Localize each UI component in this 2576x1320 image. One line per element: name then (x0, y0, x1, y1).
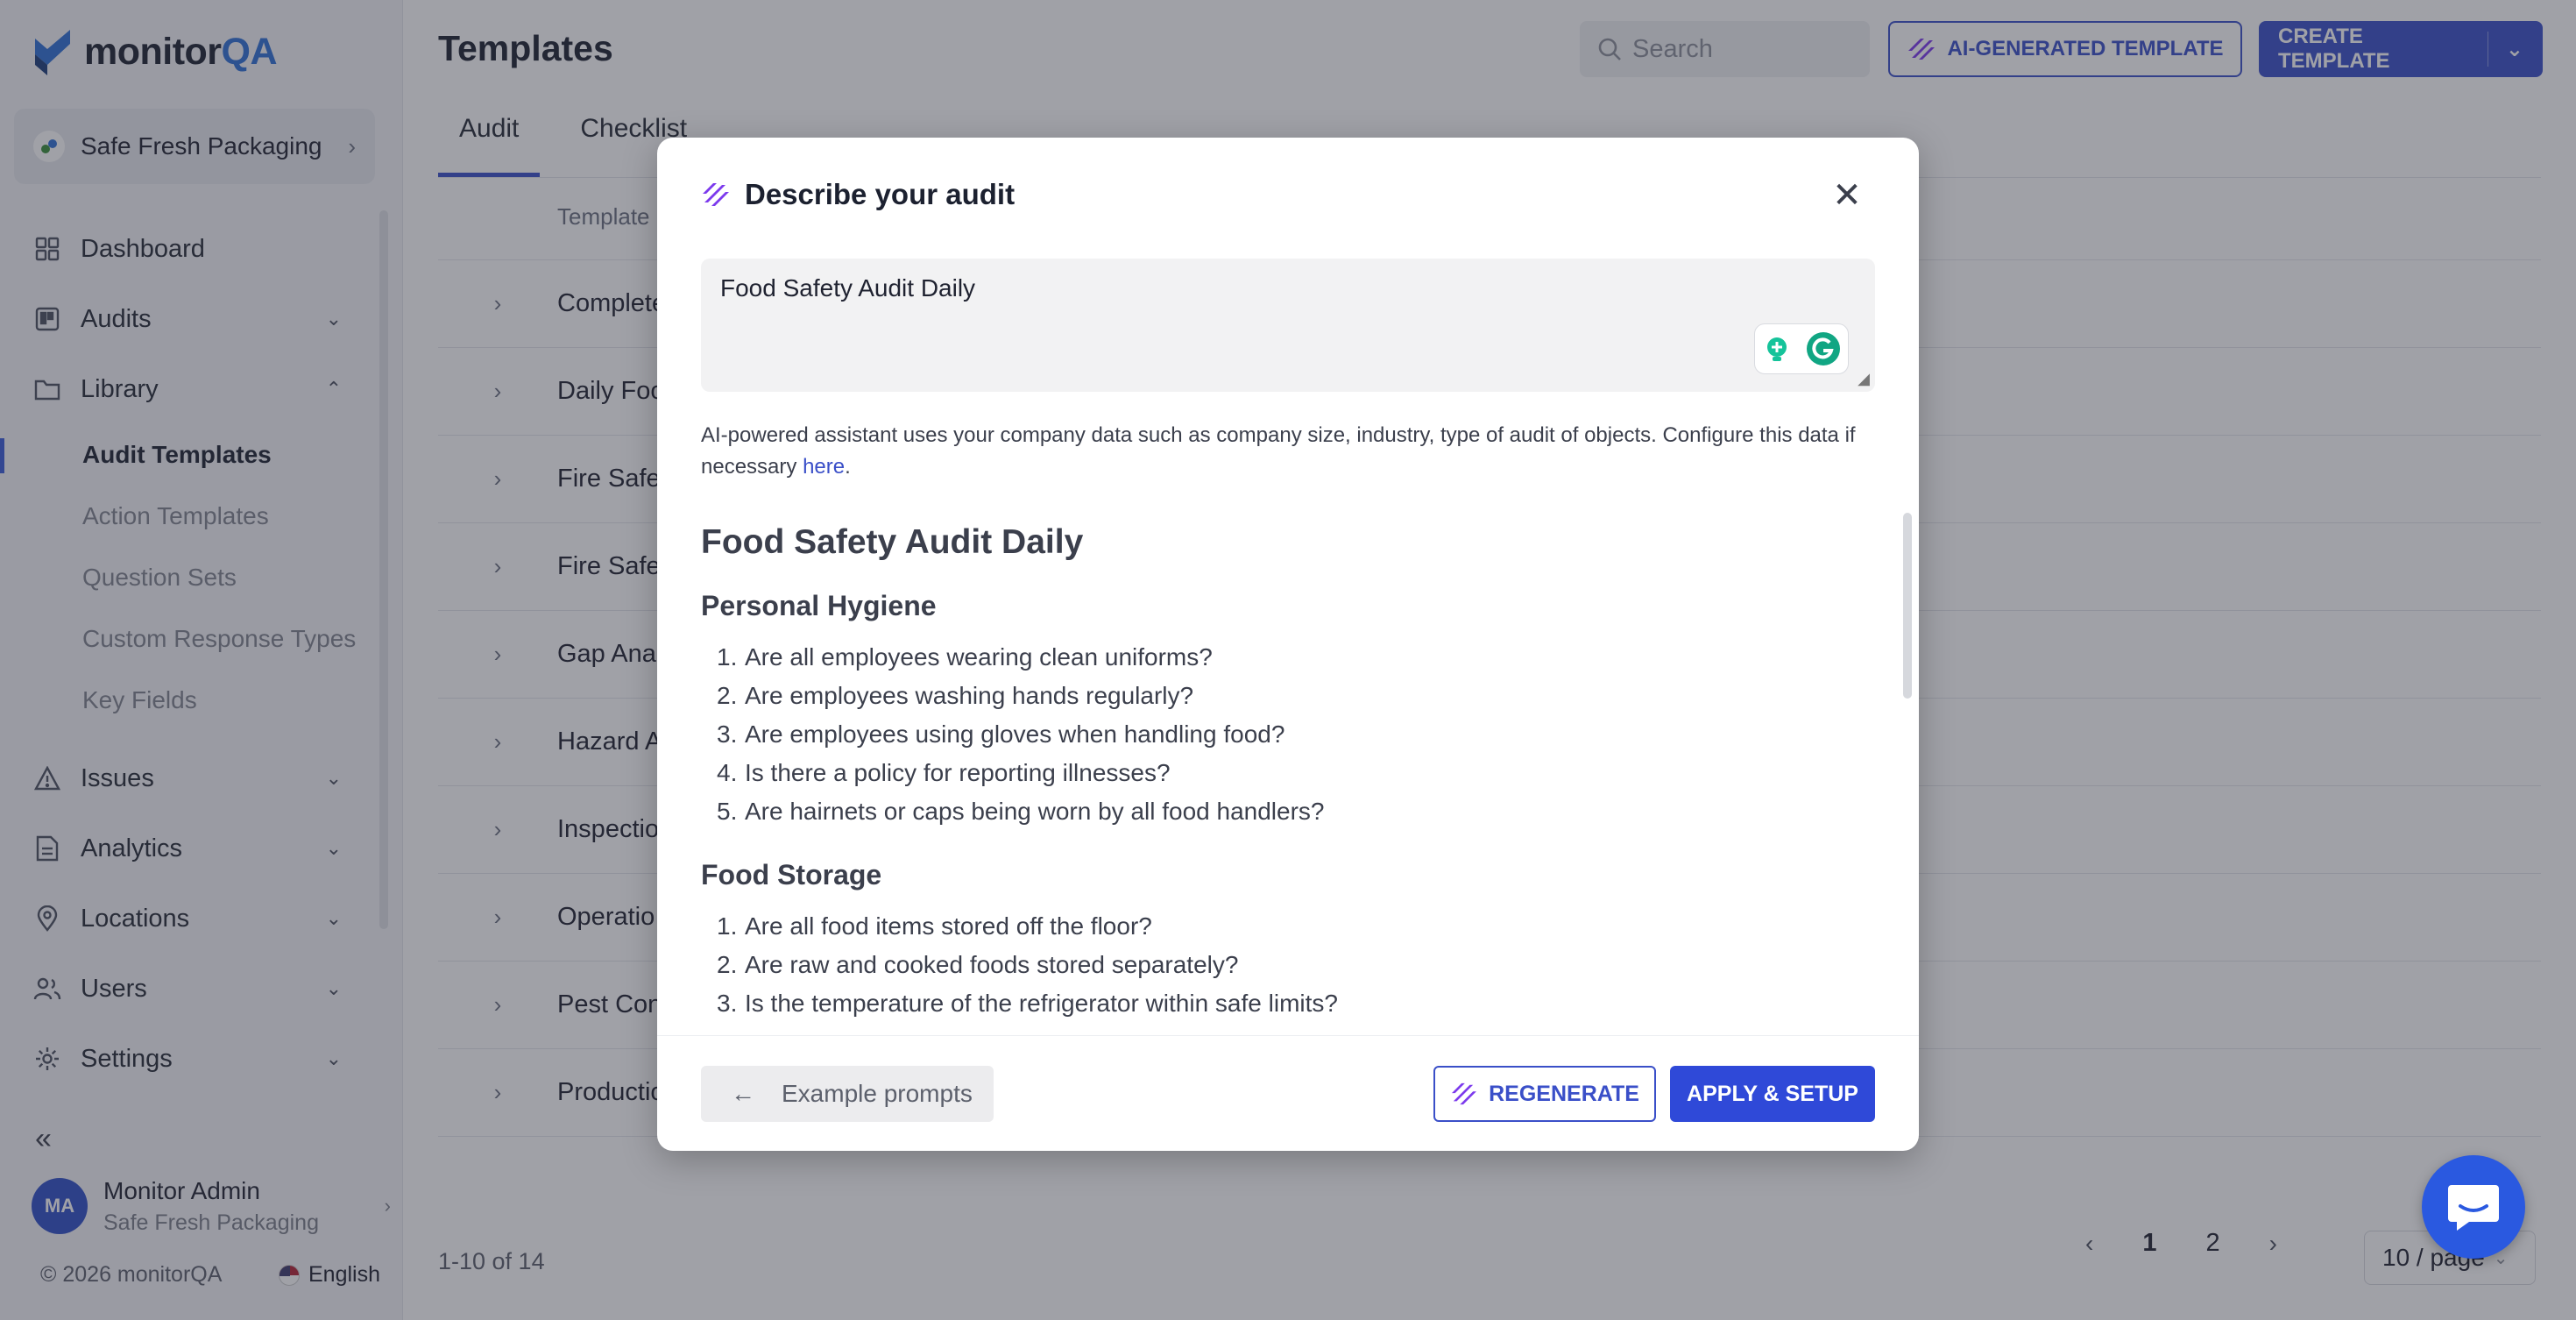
list-item: 5. Are hairnets or caps being worn by all… (717, 798, 1325, 825)
close-icon[interactable]: ✕ (1829, 178, 1865, 213)
arrow-left-icon: ← (731, 1080, 755, 1107)
regenerate-label: REGENERATE (1489, 1081, 1639, 1106)
example-prompts-button[interactable]: ← Example prompts (701, 1066, 994, 1122)
list-item: 1. Are all employees wearing clean unifor… (717, 643, 1213, 671)
section-heading: Personal Hygiene (701, 590, 937, 621)
regenerate-button[interactable]: REGENERATE (1433, 1066, 1656, 1122)
grammarly-icon (1807, 332, 1840, 365)
lightbulb-icon (1767, 337, 1787, 361)
ai-stripes-icon (703, 183, 729, 206)
modal-scrollbar[interactable] (1903, 513, 1912, 699)
question-list: 1. Are all employees wearing clean unifor… (701, 638, 1875, 831)
resize-handle-icon[interactable]: ◢ (1858, 370, 1870, 388)
describe-audit-modal: Describe your audit ✕ Food Safety Audit … (657, 138, 1919, 1151)
audit-description-value: Food Safety Audit Daily (720, 274, 976, 302)
list-item: 4. Is there a policy for reporting illnes… (717, 759, 1171, 786)
ai-stripes-icon (1452, 1082, 1477, 1105)
question-list: 1. Are all food items stored off the floo… (701, 907, 1875, 1023)
chat-button[interactable] (2422, 1155, 2525, 1259)
modal-footer: ← Example prompts REGENERATE APPLY & SET… (657, 1035, 1919, 1151)
apply-setup-button[interactable]: APPLY & SETUP (1670, 1066, 1875, 1122)
list-item: 3. Is the temperature of the refrigerator… (717, 990, 1338, 1017)
example-prompts-label: Example prompts (782, 1080, 973, 1107)
list-item: 3. Are employees using gloves when handli… (717, 720, 1285, 748)
helper-text-end: . (845, 455, 851, 479)
helper-text-body: AI-powered assistant uses your company d… (701, 423, 1856, 479)
modal-title: Describe your audit (745, 178, 1016, 210)
helper-text: AI-powered assistant uses your company d… (701, 420, 1875, 483)
grammarly-widget[interactable] (1754, 323, 1849, 374)
generated-template-preview[interactable]: Food Safety Audit Daily Personal Hygiene… (701, 515, 1875, 1046)
list-item: 2. Are employees washing hands regularly? (717, 682, 1194, 709)
list-item: 1. Are all food items stored off the floo… (717, 912, 1152, 940)
chat-bubble-icon (2448, 1185, 2499, 1231)
app-root: monitorQA Safe Fresh Packaging › Dashboa… (0, 0, 2576, 1320)
list-item: 2. Are raw and cooked foods stored separa… (717, 951, 1239, 978)
generated-title: Food Safety Audit Daily (701, 523, 1084, 561)
audit-description-textarea[interactable]: Food Safety Audit Daily ◢ (701, 259, 1875, 392)
section-heading: Food Storage (701, 859, 882, 891)
configure-link[interactable]: here (803, 455, 845, 479)
